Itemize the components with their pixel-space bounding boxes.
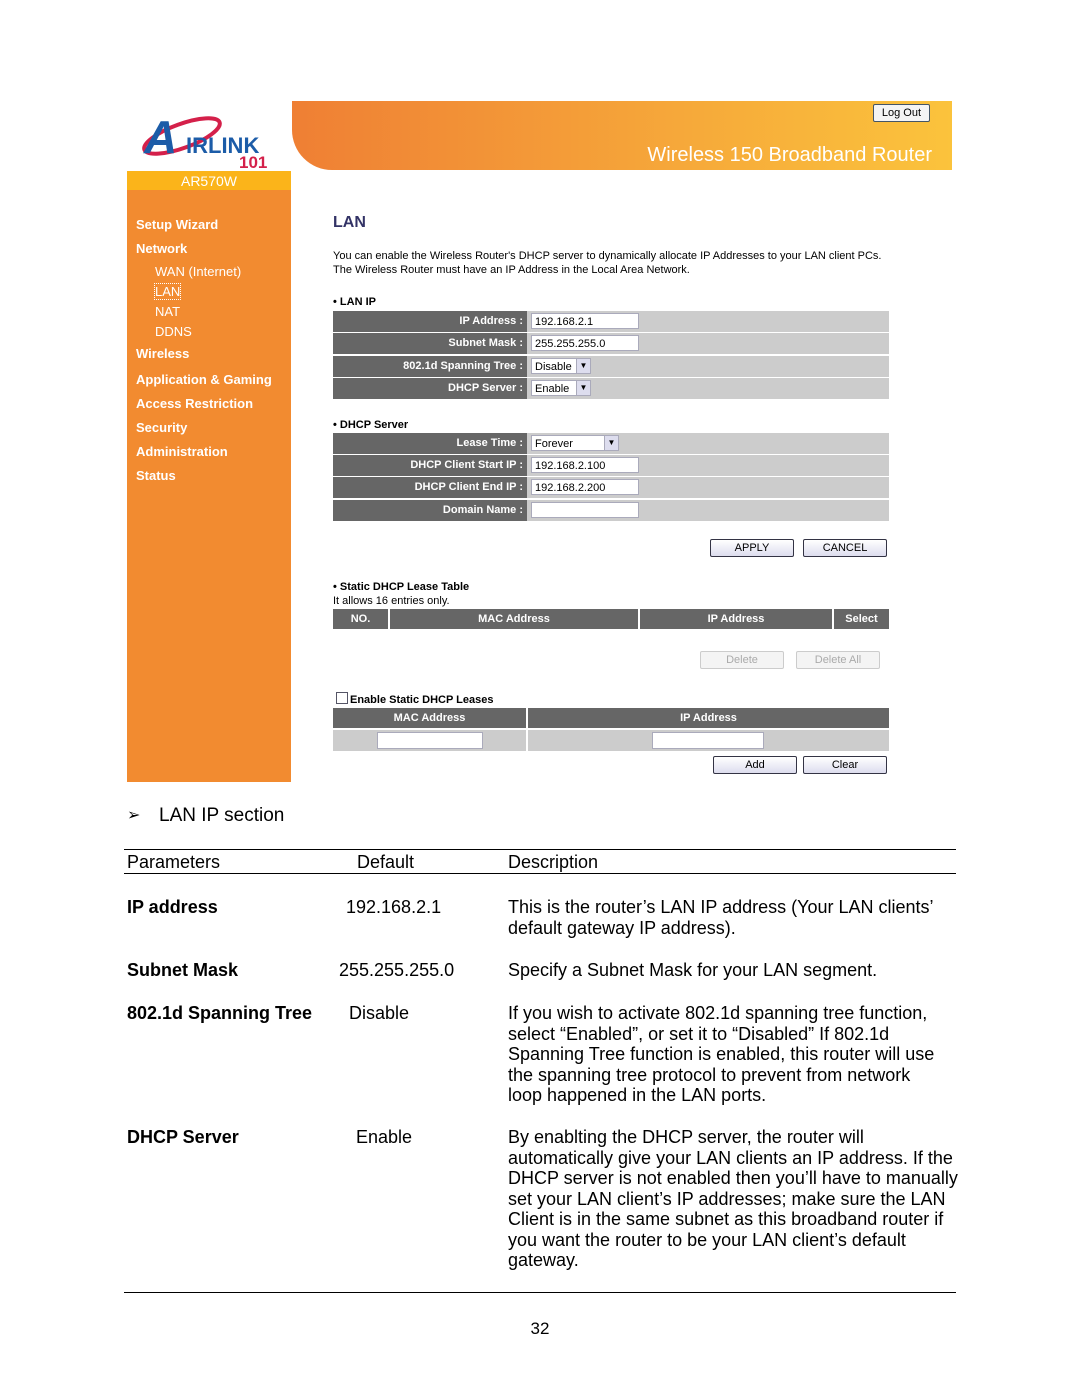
lease-time-select[interactable]: Forever ▼ [531,435,619,451]
param-default: Disable [349,1003,410,1023]
nav-ddns[interactable]: DDNS [155,324,192,339]
cancel-button[interactable]: CANCEL [803,539,887,557]
ip-address-row: IP Address :192.168.2.1 [333,311,889,332]
intro-line-1: You can enable the Wireless Router's DHC… [333,250,882,262]
section-title: LAN IP section [159,805,285,826]
nav-security[interactable]: Security [136,420,187,435]
spanning-tree-row: 802.1d Spanning Tree : Disable ▼ [333,356,889,377]
param-name: DHCP Server [127,1127,239,1147]
nav-access-restriction[interactable]: Access Restriction [136,396,253,411]
col-no: NO. [333,609,388,629]
logout-button[interactable]: Log Out [872,104,930,122]
lease-time-label: Lease Time : [333,433,527,454]
end-ip-row: DHCP Client End IP :192.168.2.200 [333,477,889,498]
dhcp-server-select[interactable]: Enable ▼ [531,380,591,396]
dhcp-server-label: DHCP Server : [333,378,527,399]
header-default: Default [357,852,415,872]
svg-text:101: 101 [239,153,267,168]
start-ip-input[interactable]: 192.168.2.100 [531,457,639,473]
header-description: Description [508,852,599,872]
enable-static-row: Enable Static DHCP Leases [336,692,493,706]
col-mac: MAC Address [390,609,638,629]
lan-ip-heading-text: LAN IP [339,296,376,308]
nav-status[interactable]: Status [136,468,176,483]
apply-button[interactable]: APPLY [710,539,794,557]
product-title: Wireless 150 Broadband Router [647,144,932,166]
lease-time-value: Forever [535,438,573,450]
dhcp-server-value: Enable [535,383,570,395]
ip-address-input[interactable]: 192.168.2.1 [531,313,639,329]
static-heading-text: Static DHCP Lease Table [339,581,470,593]
param-description: Specify a Subnet Mask for your LAN segme… [508,960,878,980]
nav-administration[interactable]: Administration [136,444,228,459]
spanning-tree-value: Disable [535,361,572,373]
static-note: It allows 16 entries only. [333,595,450,607]
nav-wireless[interactable]: Wireless [136,346,189,361]
col-ip: IP Address [640,609,832,629]
end-ip-input[interactable]: 192.168.2.200 [531,479,639,495]
param-default: 255.255.255.0 [339,960,455,980]
nav-wan[interactable]: WAN (Internet) [155,264,241,279]
table-bottom-rule [124,1292,956,1293]
lan-ip-heading: • LAN IP [333,296,376,308]
param-name: IP address [127,897,218,917]
domain-name-input[interactable] [531,502,639,518]
chevron-down-icon: ▼ [576,359,590,373]
delete-all-button[interactable]: Delete All [796,651,880,669]
model-label: AR570W [127,171,291,190]
start-ip-label: DHCP Client Start IP : [333,455,527,476]
col-select: Select [834,609,889,629]
nav-application-gaming[interactable]: Application & Gaming [136,372,272,387]
page-number: 32 [530,1319,550,1338]
col-ip-entry: IP Address [528,708,889,728]
param-description: If you wish to activate 802.1d spanning … [508,1003,935,1105]
dhcp-heading: • DHCP Server [333,419,409,431]
domain-name-row: Domain Name : [333,500,889,521]
delete-button[interactable]: Delete [700,651,784,669]
static-heading: • Static DHCP Lease Table [333,581,470,593]
lease-time-row: Lease Time : Forever ▼ [333,433,889,454]
param-name: Subnet Mask [127,960,239,980]
ip-address-label: IP Address : [333,311,527,332]
arrow-bullet-icon: ➢ [127,807,141,824]
clear-button[interactable]: Clear [803,756,887,774]
header-parameters: Parameters [127,852,221,872]
chevron-down-icon: ▼ [604,436,618,450]
spanning-tree-select[interactable]: Disable ▼ [531,358,591,374]
svg-text:A: A [143,111,177,163]
ip-address-entry-input[interactable] [652,732,764,749]
param-description: This is the router’s LAN IP address (You… [508,897,933,938]
header-banner: Wireless 150 Broadband Router Log Out [292,101,952,170]
nav-nat[interactable]: NAT [155,304,180,319]
intro-line-2: The Wireless Router must have an IP Addr… [333,264,690,276]
domain-name-label: Domain Name : [333,500,527,521]
spanning-tree-label: 802.1d Spanning Tree : [333,356,527,377]
param-description: By enablting the DHCP server, the router… [508,1127,958,1270]
dhcp-server-row: DHCP Server : Enable ▼ [333,378,889,399]
end-ip-label: DHCP Client End IP : [333,477,527,498]
start-ip-row: DHCP Client Start IP :192.168.2.100 [333,455,889,476]
col-mac-entry: MAC Address [333,708,526,728]
header-rule [124,873,956,874]
dhcp-heading-text: DHCP Server [339,419,409,431]
nav-network[interactable]: Network [136,241,187,256]
param-default: 192.168.2.1 [346,897,442,917]
nav-setup-wizard[interactable]: Setup Wizard [136,217,218,232]
nav-lan[interactable]: LAN [153,283,182,300]
enable-static-checkbox[interactable] [336,692,348,704]
add-button[interactable]: Add [713,756,797,774]
subnet-mask-input[interactable]: 255.255.255.0 [531,335,639,351]
airlink-logo: A IRLINK 101 [142,108,277,172]
param-name: 802.1d Spanning Tree [127,1003,313,1023]
mac-address-input[interactable] [377,732,483,749]
table-top-rule [124,849,956,850]
param-default: Enable [356,1127,413,1147]
page-title: LAN [333,214,366,231]
subnet-mask-label: Subnet Mask : [333,333,527,354]
enable-static-label: Enable Static DHCP Leases [350,694,494,706]
subnet-mask-row: Subnet Mask :255.255.255.0 [333,333,889,354]
chevron-down-icon: ▼ [576,381,590,395]
